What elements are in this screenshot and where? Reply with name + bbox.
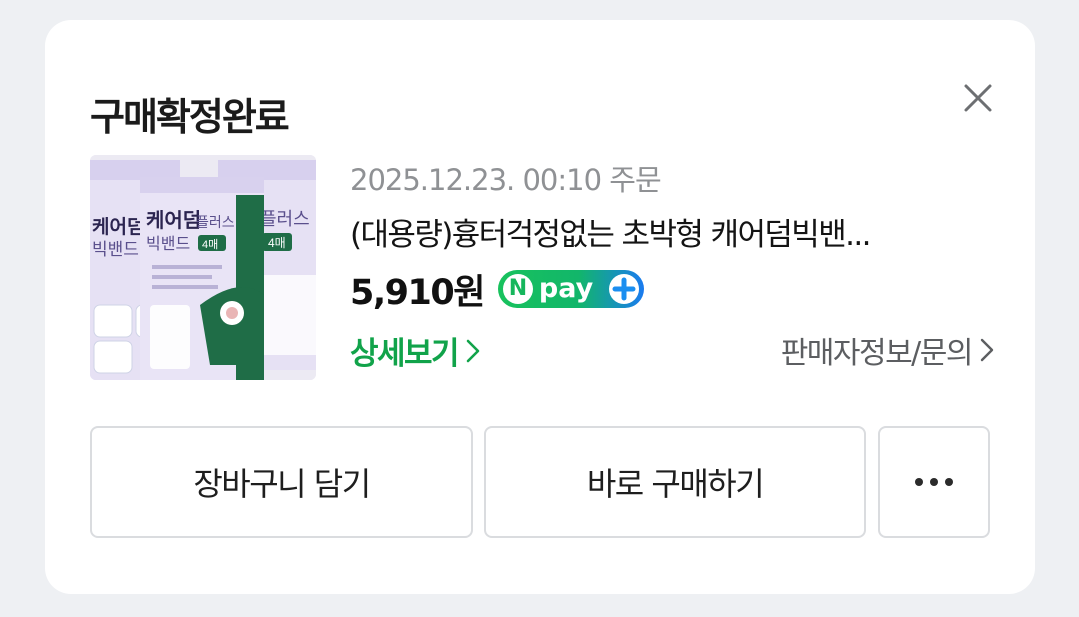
right-box-line1: 플러스 bbox=[260, 209, 310, 229]
plus-icon bbox=[608, 274, 639, 304]
detail-link[interactable]: 상세보기 bbox=[350, 328, 480, 373]
front-box-count: 4매 bbox=[202, 238, 218, 251]
detail-link-label: 상세보기 bbox=[350, 336, 460, 372]
npay-label: pay bbox=[538, 273, 594, 304]
front-box-line2: 빅밴드 bbox=[146, 235, 190, 253]
npay-plus-badge: N pay bbox=[497, 270, 644, 308]
seller-info-link[interactable]: 판매자정보/문의 bbox=[781, 328, 994, 372]
right-box-count: 4매 bbox=[268, 236, 286, 250]
product-image[interactable]: 케어덤 빅밴드 플러스 4매 케어덤 플러스 빅밴드 4매 bbox=[90, 155, 316, 380]
price-row: 5,910원 N pay bbox=[350, 266, 990, 313]
product-image-graphic: 케어덤 빅밴드 플러스 4매 케어덤 플러스 빅밴드 4매 bbox=[90, 155, 316, 380]
order-meta: 2025.12.23. 00:10 주문 (대용량)흉터걱정없는 초박형 캐어덤… bbox=[350, 160, 994, 373]
product-price: 5,910원 bbox=[350, 272, 485, 313]
card-title: 구매확정완료 bbox=[90, 95, 290, 139]
links-row: 상세보기 판매자정보/문의 bbox=[350, 328, 994, 373]
npay-n-icon: N bbox=[502, 274, 533, 304]
more-dots-icon bbox=[915, 478, 953, 486]
order-date: 2025.12.23. 00:10 주문 bbox=[350, 163, 662, 197]
product-name[interactable]: (대용량)흉터걱정없는 초박형 캐어덤빅밴... bbox=[350, 214, 1000, 256]
close-button[interactable] bbox=[958, 78, 998, 118]
buy-now-button[interactable]: 바로 구매하기 bbox=[484, 426, 866, 538]
add-to-cart-label: 장바구니 담기 bbox=[193, 465, 371, 503]
buy-now-label: 바로 구매하기 bbox=[586, 465, 765, 503]
seller-link-label: 판매자정보/문의 bbox=[780, 336, 974, 371]
order-card: 구매확정완료 케어덤 빅밴드 플러스 4매 케어덤 플러스 빅밴드 4매 202… bbox=[45, 20, 1035, 594]
close-icon bbox=[964, 84, 992, 112]
back-box-line1: 케어덤 bbox=[92, 216, 144, 238]
front-box-line1: 플러스 bbox=[196, 214, 235, 230]
add-to-cart-button[interactable]: 장바구니 담기 bbox=[90, 426, 473, 538]
front-box-brand: 케어덤 bbox=[146, 209, 201, 232]
chevron-right-icon bbox=[466, 339, 480, 362]
chevron-right-icon bbox=[980, 338, 994, 362]
back-box-line2: 빅밴드 bbox=[92, 240, 139, 259]
more-button[interactable] bbox=[878, 426, 990, 538]
